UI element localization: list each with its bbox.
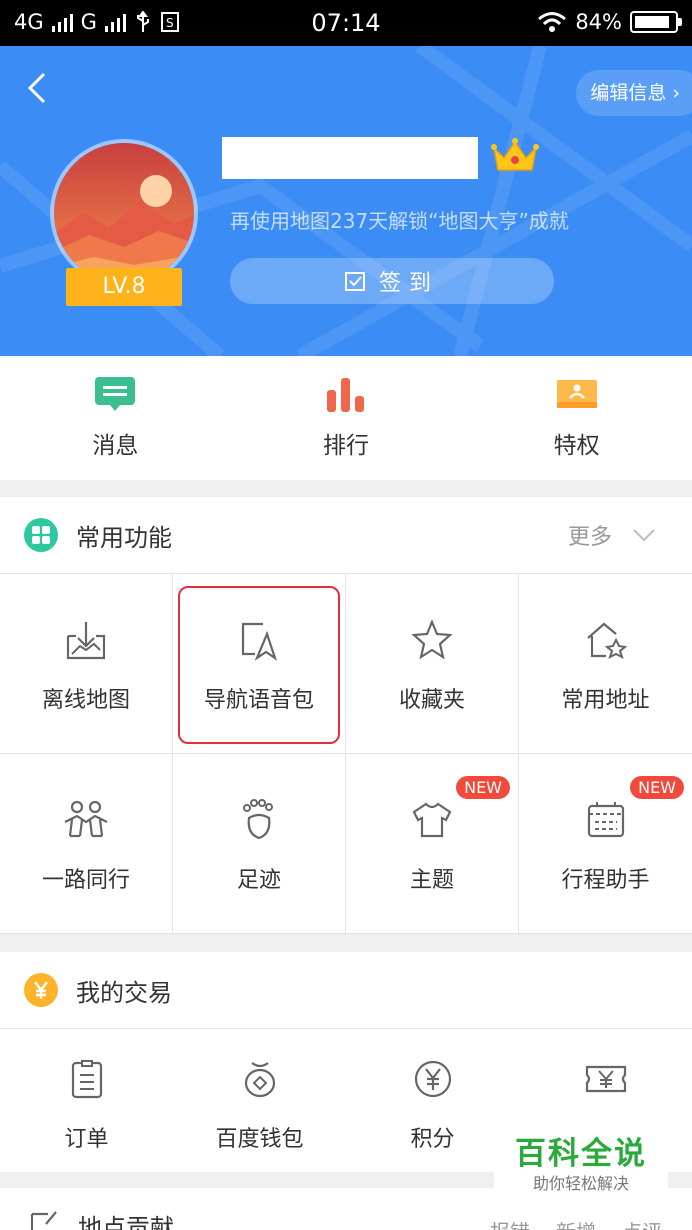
edit-icon: [30, 1211, 57, 1230]
checkin-label: 签到: [378, 271, 439, 296]
edit-info-button[interactable]: 编辑信息 ›: [576, 70, 692, 116]
wifi-icon: [538, 12, 567, 32]
yuan-icon: [24, 973, 58, 1007]
chevron-right-icon: ›: [672, 82, 680, 104]
status-bar: 4G G S 07:14 84%: [0, 0, 692, 46]
shirt-icon: [412, 802, 452, 838]
chevron-down-icon: [633, 529, 655, 542]
function-trip-assistant[interactable]: NEW 行程助手: [519, 754, 692, 934]
function-common-address[interactable]: 常用地址: [519, 574, 692, 754]
privilege-icon: [556, 380, 597, 408]
sunset-avatar-image: [54, 143, 194, 283]
message-icon: [95, 377, 136, 411]
more-button[interactable]: 更多: [568, 497, 656, 573]
battery-percent: 84%: [575, 10, 622, 34]
points-icon: [414, 1060, 451, 1098]
function-label: 足迹: [236, 868, 281, 893]
crown-icon: [491, 138, 539, 171]
grid-icon: [24, 518, 58, 552]
function-theme[interactable]: NEW 主题: [346, 754, 519, 934]
report-error-link[interactable]: 报错: [490, 1216, 530, 1230]
quick-link-label: 特权: [553, 433, 600, 459]
function-voice-pack[interactable]: 导航语音包: [173, 574, 346, 754]
new-badge: NEW: [456, 776, 510, 799]
star-icon: [411, 619, 453, 660]
battery-icon: [630, 11, 682, 33]
trade-label: 百度钱包: [215, 1127, 304, 1152]
achievement-text: 再使用地图237天解锁“地图大亨”成就: [230, 209, 569, 233]
footprint-icon: [243, 799, 273, 840]
function-label: 行程助手: [561, 868, 650, 893]
calendar-icon: [587, 802, 624, 838]
function-label: 主题: [409, 868, 454, 893]
checkbox-icon: [344, 272, 365, 291]
home-star-icon: [586, 622, 627, 659]
watermark-subtitle: 助你轻松解决: [532, 1174, 629, 1193]
username: [222, 137, 478, 179]
function-footprint[interactable]: 足迹: [173, 754, 346, 934]
more-label: 更多: [567, 525, 612, 550]
function-label: 离线地图: [41, 688, 130, 713]
function-label: 一路同行: [41, 868, 130, 893]
section-title: 我的交易: [76, 978, 172, 1007]
watermark-title: 百科全说: [515, 1136, 647, 1172]
wallet-icon: [244, 1062, 275, 1098]
function-grid: 离线地图 导航语音包 收藏夹 常用地址 一路同行 足迹 NEW 主题 NEW 行…: [0, 573, 692, 934]
voice-pack-icon: [241, 622, 278, 661]
trade-wallet[interactable]: 百度钱包: [173, 1029, 346, 1172]
section-title: 地点贡献: [78, 1214, 174, 1230]
trade-orders[interactable]: 订单: [0, 1029, 173, 1172]
checkin-button[interactable]: 签到: [230, 258, 554, 304]
quick-link-ranking[interactable]: 排行: [231, 356, 462, 480]
function-offline-map[interactable]: 离线地图: [0, 574, 173, 754]
watermark-logo: 百科全说 助你轻松解决: [494, 1134, 668, 1202]
function-favorites[interactable]: 收藏夹: [346, 574, 519, 754]
review-link[interactable]: 点评: [622, 1216, 662, 1230]
ticket-icon: [585, 1065, 626, 1093]
add-place-link[interactable]: 新增: [556, 1216, 596, 1230]
function-label: 常用地址: [561, 688, 650, 713]
level-badge: LV.8: [66, 268, 182, 306]
trade-label: 积分: [410, 1127, 455, 1152]
people-icon: [64, 800, 108, 838]
function-label: 导航语音包: [203, 688, 314, 713]
function-label: 收藏夹: [398, 688, 465, 713]
quick-link-label: 消息: [92, 433, 139, 459]
new-badge: NEW: [630, 776, 684, 799]
quick-link-label: 排行: [323, 433, 369, 459]
quick-link-messages[interactable]: 消息: [0, 356, 231, 480]
section-title: 常用功能: [76, 523, 172, 552]
profile-header: 编辑信息 › LV.8 再使用地图237天解锁“地图大亨”成就 签到: [0, 46, 692, 356]
common-functions-section: 常用功能 更多 离线地图 导航语音包 收藏夹 常用地址 一路同行 足迹 NEW …: [0, 497, 692, 934]
function-together[interactable]: 一路同行: [0, 754, 173, 934]
quick-links: 消息 排行 特权: [0, 356, 692, 480]
edit-info-label: 编辑信息: [590, 82, 667, 104]
trade-label: 订单: [64, 1127, 109, 1152]
back-icon[interactable]: [24, 70, 54, 106]
ranking-icon: [327, 378, 364, 412]
quick-link-privilege[interactable]: 特权: [461, 356, 692, 480]
order-icon: [71, 1060, 102, 1099]
offline-map-icon: [66, 622, 106, 660]
avatar[interactable]: [50, 139, 198, 287]
